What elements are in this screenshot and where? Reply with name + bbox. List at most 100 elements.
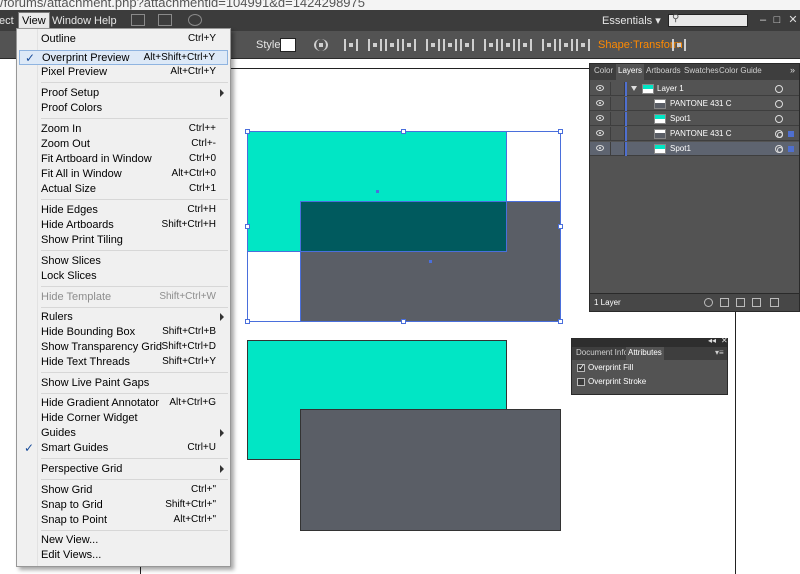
align-to-icon[interactable] [344, 39, 358, 51]
distribute-center-icon[interactable] [559, 39, 573, 51]
align-bottom-icon[interactable] [460, 39, 474, 51]
isolate-group-icon[interactable] [672, 39, 686, 51]
slate-rectangle-bottom[interactable] [300, 409, 561, 531]
trash-icon[interactable] [770, 298, 779, 307]
menu-item-edit-views[interactable]: Edit Views... [19, 548, 228, 563]
layer-row-sublayer[interactable]: Spot1 [590, 142, 799, 156]
object-name[interactable]: Spot1 [670, 144, 691, 153]
overprint-stroke-checkbox[interactable] [577, 378, 585, 386]
visibility-eye-icon[interactable] [596, 145, 604, 151]
handle-bottom-right[interactable] [558, 319, 563, 324]
handle-middle-left[interactable] [245, 224, 250, 229]
visibility-eye-icon[interactable] [596, 100, 604, 106]
panel-menu-icon[interactable]: » [790, 65, 795, 75]
object-name[interactable]: Spot1 [670, 114, 691, 123]
collapse-panel-icon[interactable]: ◂◂ [708, 336, 716, 345]
target-circle-icon[interactable] [775, 85, 783, 93]
handle-top-right[interactable] [558, 129, 563, 134]
tab-swatches[interactable]: Swatches [684, 66, 719, 75]
menu-item-hide-gradient-annotator[interactable]: Hide Gradient Annotator Alt+Ctrl+G [19, 396, 228, 411]
handle-bottom-center[interactable] [401, 319, 406, 324]
menu-item-show-print-tiling[interactable]: Show Print Tiling [19, 233, 228, 248]
minimize-button[interactable]: – [756, 13, 770, 27]
layer-row-layer-1[interactable]: Layer 1 [590, 82, 799, 96]
menu-item-hide-corner-widget[interactable]: Hide Corner Widget [19, 411, 228, 426]
new-layer-icon[interactable] [752, 298, 761, 307]
target-circle-icon[interactable] [775, 115, 783, 123]
menu-item-proof-colors[interactable]: Proof Colors [19, 101, 228, 116]
menu-object[interactable]: ect [0, 13, 17, 29]
arrange-documents-icon[interactable] [158, 14, 172, 26]
menu-item-show-transparency-grid[interactable]: Show Transparency Grid Shift+Ctrl+D [19, 340, 228, 355]
tab-layers[interactable]: Layers [616, 64, 645, 80]
handle-top-left[interactable] [245, 129, 250, 134]
help-search-input[interactable]: ⚲ [668, 13, 748, 27]
menu-item-hide-text-threads[interactable]: Hide Text Threads Shift+Ctrl+Y [19, 355, 228, 370]
menu-item-smart-guides[interactable]: ✓ Smart Guides Ctrl+U [19, 441, 228, 456]
create-sublayer-icon[interactable] [736, 298, 745, 307]
style-swatch[interactable] [280, 38, 296, 52]
menu-window[interactable]: Window [49, 13, 94, 29]
visibility-eye-icon[interactable] [596, 85, 604, 91]
overprint-fill-checkbox[interactable]: ✓ [577, 362, 586, 372]
target-circle-icon[interactable] [775, 130, 783, 138]
align-right-icon[interactable] [402, 39, 416, 51]
visibility-eye-icon[interactable] [596, 130, 604, 136]
align-left-icon[interactable] [368, 39, 382, 51]
panel-menu-icon[interactable]: ▾≡ [715, 348, 724, 357]
visibility-eye-icon[interactable] [596, 115, 604, 121]
disclosure-triangle-icon[interactable] [631, 86, 637, 91]
menu-item-rulers[interactable]: Rulers [19, 310, 228, 325]
selection-indicator[interactable] [788, 131, 794, 137]
menu-item-guides[interactable]: Guides [19, 426, 228, 441]
menu-item-overprint-preview[interactable]: ✓ Overprint Preview Alt+Shift+Ctrl+Y [19, 50, 228, 65]
tab-color-guide[interactable]: Color Guide [719, 66, 762, 75]
menu-item-hide-bounding-box[interactable]: Hide Bounding Box Shift+Ctrl+B [19, 325, 228, 340]
menu-item-snap-to-point[interactable]: Snap to Point Alt+Ctrl+" [19, 513, 228, 528]
recolor-artwork-icon[interactable] [314, 39, 328, 51]
distribute-right-icon[interactable] [576, 39, 590, 51]
menu-item-show-live-paint-gaps[interactable]: Show Live Paint Gaps [19, 376, 228, 391]
menu-help[interactable]: Help [91, 13, 120, 29]
align-center-icon[interactable] [385, 39, 399, 51]
menu-item-lock-slices[interactable]: Lock Slices [19, 269, 228, 284]
menu-item-show-grid[interactable]: Show Grid Ctrl+" [19, 483, 228, 498]
close-window-button[interactable]: ✕ [786, 13, 800, 27]
menu-item-hide-artboards[interactable]: Hide Artboards Shift+Ctrl+H [19, 218, 228, 233]
layer-row-sublayer[interactable]: PANTONE 431 C [590, 97, 799, 111]
align-top-icon[interactable] [426, 39, 440, 51]
handle-middle-right[interactable] [558, 224, 563, 229]
shape-link[interactable]: Shape: [598, 39, 633, 51]
menu-item-outline[interactable]: Outline Ctrl+Y [19, 32, 228, 47]
object-name[interactable]: PANTONE 431 C [670, 129, 732, 138]
menu-item-snap-to-grid[interactable]: Snap to Grid Shift+Ctrl+" [19, 498, 228, 513]
tab-color[interactable]: Color [594, 66, 613, 75]
menu-item-new-view[interactable]: New View... [19, 533, 228, 548]
object-name[interactable]: PANTONE 431 C [670, 99, 732, 108]
handle-bottom-left[interactable] [245, 319, 250, 324]
menu-item-show-slices[interactable]: Show Slices [19, 254, 228, 269]
layer-row-sublayer[interactable]: PANTONE 431 C [590, 127, 799, 141]
distribute-top-icon[interactable] [484, 39, 498, 51]
tab-attributes[interactable]: Attributes [626, 347, 664, 360]
target-circle-icon[interactable] [775, 145, 783, 153]
maximize-button[interactable]: □ [770, 13, 784, 27]
distribute-middle-icon[interactable] [501, 39, 515, 51]
menu-item-zoom-in[interactable]: Zoom In Ctrl++ [19, 122, 228, 137]
handle-top-center[interactable] [401, 129, 406, 134]
tab-artboards[interactable]: Artboards [646, 66, 681, 75]
menu-item-pixel-preview[interactable]: Pixel Preview Alt+Ctrl+Y [19, 65, 228, 80]
menu-item-zoom-out[interactable]: Zoom Out Ctrl+- [19, 137, 228, 152]
workspace-switcher[interactable]: Essentials ▾ [602, 13, 661, 29]
layer-name[interactable]: Layer 1 [657, 84, 684, 93]
target-circle-icon[interactable] [775, 100, 783, 108]
menu-item-perspective-grid[interactable]: Perspective Grid [19, 462, 228, 477]
layer-row-sublayer[interactable]: Spot1 [590, 112, 799, 126]
gpu-performance-icon[interactable] [188, 14, 202, 26]
selection-indicator[interactable] [788, 146, 794, 152]
menu-item-actual-size[interactable]: Actual Size Ctrl+1 [19, 182, 228, 197]
close-icon[interactable]: ✕ [721, 336, 728, 345]
menu-item-fit-artboard[interactable]: Fit Artboard in Window Ctrl+0 [19, 152, 228, 167]
bridge-icon[interactable] [131, 14, 145, 26]
menu-item-hide-edges[interactable]: Hide Edges Ctrl+H [19, 203, 228, 218]
